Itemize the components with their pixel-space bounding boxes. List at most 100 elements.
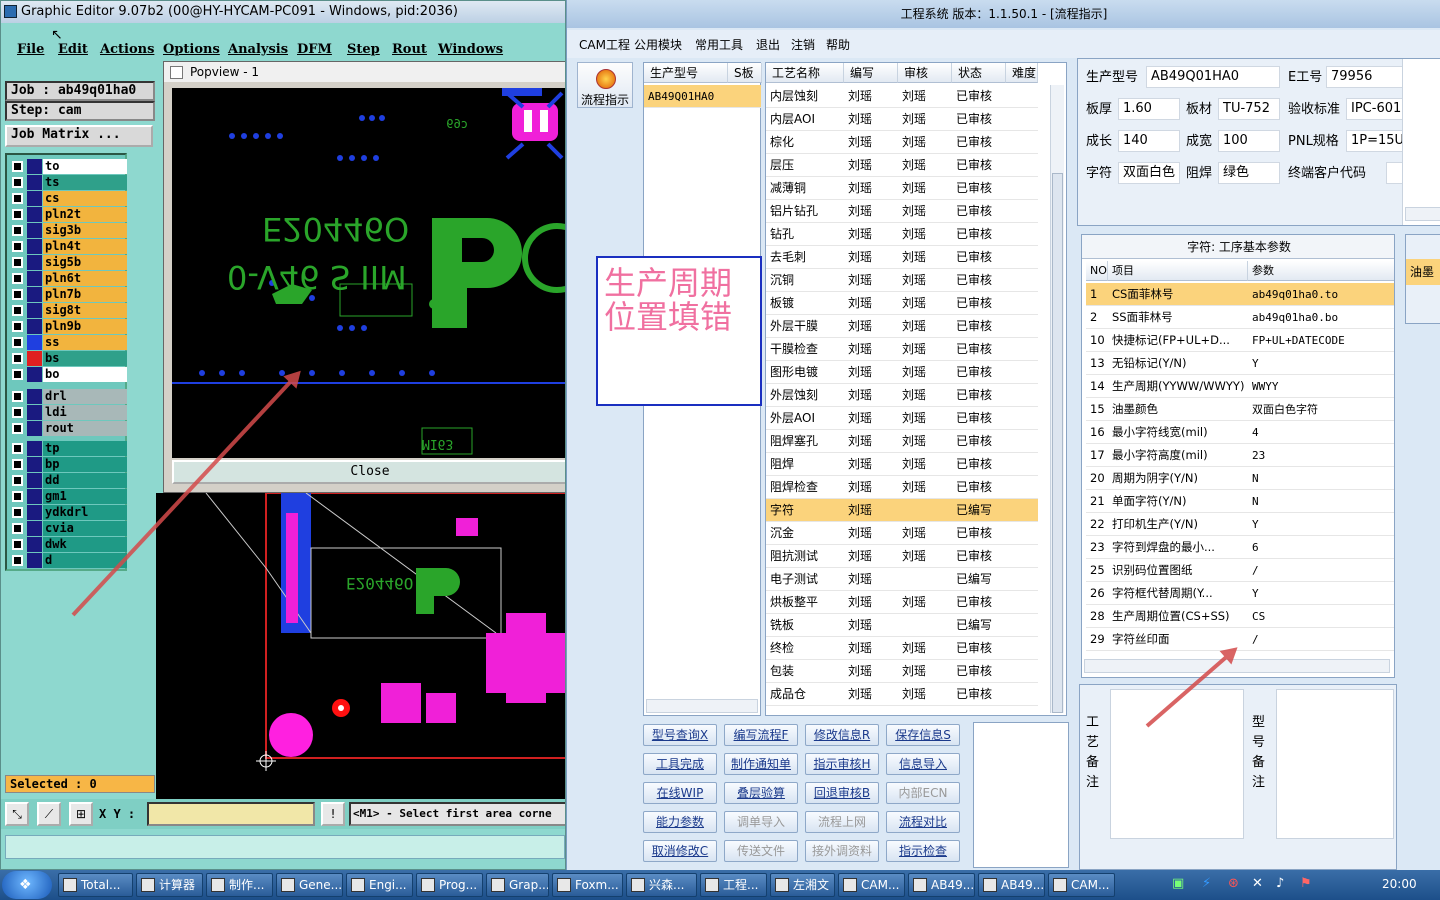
pcb-canvas[interactable]: E20446O [156, 493, 565, 799]
menu-edit[interactable]: Edit [58, 42, 88, 57]
process-cell[interactable]: 刘瑶 [844, 154, 898, 177]
layer-checkbox[interactable] [12, 209, 23, 220]
layer-checkbox[interactable] [12, 161, 23, 172]
process-cell[interactable]: 去毛刺 [766, 246, 844, 269]
layer-row[interactable]: sig8t [9, 303, 127, 318]
process-cell[interactable] [1006, 85, 1038, 108]
process-cell[interactable]: 钻孔 [766, 223, 844, 246]
process-grid-vscrollbar[interactable] [1050, 85, 1064, 713]
action-button[interactable]: 编写流程F [724, 724, 798, 746]
graphic-editor-titlebar[interactable]: Graphic Editor 9.07b2 (00@HY-HYCAM-PC091… [1, 1, 565, 23]
process-cell[interactable] [1006, 246, 1038, 269]
process-cell[interactable]: 已审核 [952, 315, 1006, 338]
process-cell[interactable]: 刘瑶 [898, 522, 952, 545]
action-button[interactable]: 流程上网 [805, 811, 879, 833]
taskbar-item[interactable]: AB49... [978, 873, 1045, 897]
taskbar-item[interactable]: 计算器 [136, 873, 203, 897]
action-button[interactable]: 制作通知单 [724, 753, 798, 775]
process-cell[interactable] [1006, 522, 1038, 545]
process-cell[interactable] [1006, 430, 1038, 453]
process-cell[interactable]: 刘瑶 [898, 246, 952, 269]
xy-input[interactable] [147, 802, 315, 826]
process-cell[interactable]: 已审核 [952, 384, 1006, 407]
process-cell[interactable]: 外层蚀刻 [766, 384, 844, 407]
process-cell[interactable] [1006, 453, 1038, 476]
layer-row[interactable]: dwk [9, 537, 127, 552]
layer-checkbox[interactable] [12, 423, 23, 434]
process-cell[interactable]: 阻焊 [766, 453, 844, 476]
process-cell[interactable] [1006, 292, 1038, 315]
process-cell[interactable]: 刘瑶 [898, 131, 952, 154]
model-remark-input[interactable] [1276, 689, 1394, 839]
param-cell[interactable]: WWYY [1248, 375, 1394, 398]
process-cell[interactable]: 已审核 [952, 361, 1006, 384]
process-cell[interactable]: 已审核 [952, 683, 1006, 706]
layer-row[interactable]: d [9, 553, 127, 568]
process-cell[interactable]: 刘瑶 [844, 683, 898, 706]
layer-checkbox[interactable] [12, 391, 23, 402]
process-cell[interactable]: 刘瑶 [844, 430, 898, 453]
process-cell[interactable]: 已审核 [952, 131, 1006, 154]
process-cell[interactable] [1006, 614, 1038, 637]
layer-row[interactable]: pln4t [9, 239, 127, 254]
process-cell[interactable] [1006, 545, 1038, 568]
process-cell[interactable] [898, 568, 952, 591]
process-header-2[interactable]: 审核 [898, 63, 952, 83]
alert-icon[interactable]: ! [321, 802, 345, 826]
param-header-1[interactable]: 项目 [1108, 261, 1248, 281]
process-cell[interactable]: 刘瑶 [898, 315, 952, 338]
action-button[interactable]: 指示审核H [805, 753, 879, 775]
param-cell[interactable]: Y [1248, 513, 1394, 536]
process-cell[interactable] [1006, 476, 1038, 499]
process-cell[interactable]: 刘瑶 [844, 453, 898, 476]
process-cell[interactable] [1006, 660, 1038, 683]
process-cell[interactable]: 已审核 [952, 200, 1006, 223]
process-cell[interactable]: 已审核 [952, 177, 1006, 200]
process-cell[interactable]: 刘瑶 [898, 177, 952, 200]
param-cell[interactable]: 最小字符线宽(mil) [1108, 421, 1248, 444]
param-cell[interactable]: 16 [1086, 421, 1108, 444]
process-cell[interactable]: 已审核 [952, 660, 1006, 683]
process-cell[interactable] [1006, 591, 1038, 614]
layer-row[interactable]: pln7b [9, 287, 127, 302]
menu-options[interactable]: Options [163, 42, 220, 57]
layer-row[interactable]: ydkdrl [9, 505, 127, 520]
taskbar-item[interactable]: CAM... [1048, 873, 1115, 897]
process-cell[interactable]: 板镀 [766, 292, 844, 315]
menu-common-tools[interactable]: 常用工具 [695, 36, 743, 53]
layer-checkbox[interactable] [12, 491, 23, 502]
process-cell[interactable]: 刘瑶 [898, 683, 952, 706]
action-button[interactable]: 接外调资料 [805, 840, 879, 862]
action-button[interactable]: 调单导入 [724, 811, 798, 833]
process-cell[interactable]: 刘瑶 [898, 476, 952, 499]
param-cell[interactable]: 最小字符高度(mil) [1108, 444, 1248, 467]
side-param-tab[interactable]: 油墨 [1406, 259, 1440, 285]
tray-network-icon[interactable]: ⚡ [1202, 876, 1211, 891]
process-cell[interactable]: 包装 [766, 660, 844, 683]
process-cell[interactable] [1006, 384, 1038, 407]
param-cell[interactable]: ab49q01ha0.to [1248, 283, 1394, 306]
param-cell[interactable]: 4 [1248, 421, 1394, 444]
layer-row[interactable]: cvia [9, 521, 127, 536]
taskbar-item[interactable]: AB49... [908, 873, 975, 897]
process-cell[interactable]: 已编写 [952, 568, 1006, 591]
layer-checkbox[interactable] [12, 459, 23, 470]
layer-row[interactable]: ldi [9, 405, 127, 420]
action-button[interactable]: 传送文件 [724, 840, 798, 862]
process-cell[interactable]: 刘瑶 [844, 177, 898, 200]
process-cell[interactable]: 刘瑶 [844, 269, 898, 292]
action-button[interactable]: 保存信息S [886, 724, 960, 746]
process-cell[interactable]: 刘瑶 [898, 361, 952, 384]
layer-row[interactable]: ts [9, 175, 127, 190]
param-cell[interactable]: 23 [1248, 444, 1394, 467]
process-cell[interactable]: 已审核 [952, 407, 1006, 430]
process-cell[interactable]: 沉金 [766, 522, 844, 545]
process-cell[interactable]: 外层干膜 [766, 315, 844, 338]
process-cell[interactable] [1006, 315, 1038, 338]
process-cell[interactable] [898, 499, 952, 522]
param-cell[interactable]: Y [1248, 352, 1394, 375]
taskbar-item[interactable]: Grap... [486, 873, 549, 897]
param-cell[interactable]: / [1248, 628, 1394, 651]
layer-row[interactable]: drl [9, 389, 127, 404]
param-cell[interactable]: 字符到焊盘的最小... [1108, 536, 1248, 559]
